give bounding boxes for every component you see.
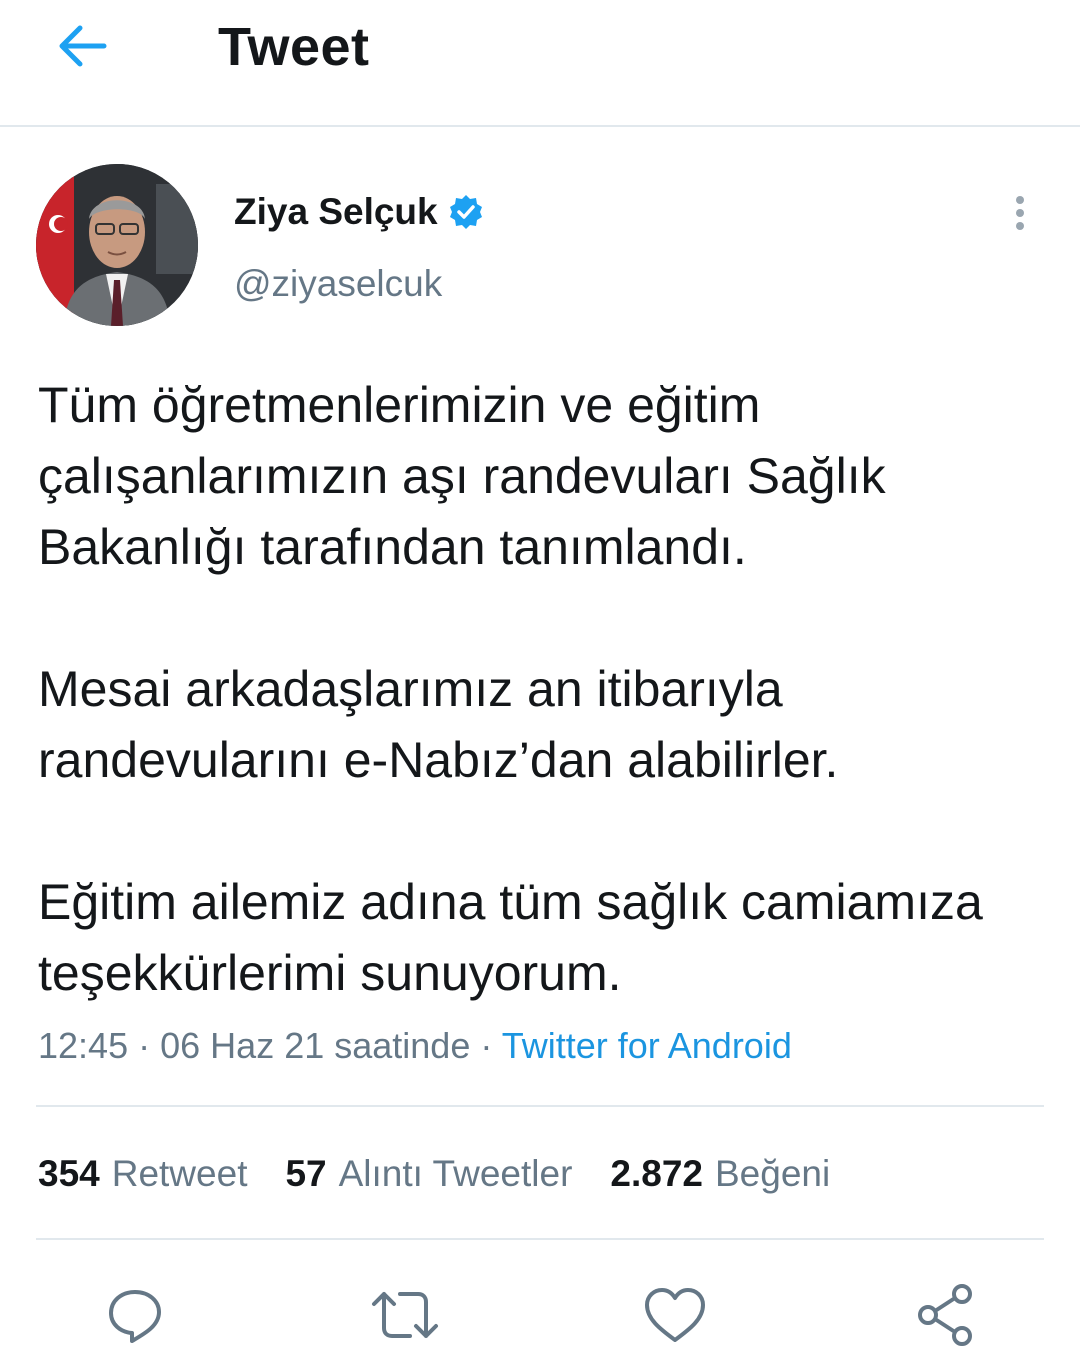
avatar-image xyxy=(36,164,198,326)
retweets-count: 354 xyxy=(38,1153,100,1194)
more-options-button[interactable] xyxy=(998,186,1042,240)
likes-count: 2.872 xyxy=(610,1153,703,1194)
likes-stat[interactable]: 2.872 Beğeni xyxy=(610,1150,830,1198)
share-icon xyxy=(918,1284,972,1346)
reply-icon xyxy=(109,1290,161,1343)
arrow-left-icon xyxy=(59,25,107,67)
tweet-date: 06 Haz 21 saatinde xyxy=(160,1025,471,1066)
separator: · xyxy=(480,1025,493,1066)
likes-label: Beğeni xyxy=(714,1153,831,1194)
share-button[interactable] xyxy=(910,1280,980,1350)
retweets-stat[interactable]: 354 Retweet xyxy=(38,1150,247,1198)
page-title: Tweet xyxy=(218,17,370,77)
tweet-paragraph: Mesai arkadaşlarımız an itibarıyla rande… xyxy=(38,661,839,788)
tweet-paragraph: Tüm öğretmenlerimizin ve eğitim çalışanl… xyxy=(38,377,886,575)
tweet-time: 12:45 xyxy=(38,1025,129,1066)
more-vertical-icon-dot xyxy=(1016,209,1024,217)
separator: · xyxy=(138,1025,151,1066)
tweet-text: Tüm öğretmenlerimizin ve eğitim çalışanl… xyxy=(38,370,1048,1009)
quotes-count: 57 xyxy=(285,1153,327,1194)
reply-button[interactable] xyxy=(100,1280,170,1350)
like-button[interactable] xyxy=(640,1280,710,1350)
author-name-text: Ziya Selçuk xyxy=(234,191,438,232)
back-button[interactable] xyxy=(50,16,114,76)
retweet-icon xyxy=(372,1292,438,1338)
divider xyxy=(36,1238,1044,1240)
tweet-metadata: 12:45 · 06 Haz 21 saatinde · Twitter for… xyxy=(38,1022,792,1070)
retweet-button[interactable] xyxy=(370,1280,440,1350)
top-bar: Tweet xyxy=(0,0,1080,127)
more-vertical-icon-dot xyxy=(1016,196,1024,204)
divider xyxy=(36,1105,1044,1107)
tweet-stats: 354 Retweet 57 Alıntı Tweetler 2.872 Beğeni xyxy=(38,1150,830,1198)
verified-badge-icon xyxy=(449,195,482,229)
heart-icon xyxy=(645,1288,705,1342)
avatar[interactable] xyxy=(36,164,198,326)
author-name[interactable]: Ziya Selçuk xyxy=(234,190,484,234)
tweet-paragraph: Eğitim ailemiz adına tüm sağlık camiamız… xyxy=(38,874,983,1001)
tweet-source-link[interactable]: Twitter for Android xyxy=(502,1025,792,1066)
quotes-label: Alıntı Tweetler xyxy=(338,1153,573,1194)
retweets-label: Retweet xyxy=(111,1153,248,1194)
quotes-stat[interactable]: 57 Alıntı Tweetler xyxy=(285,1150,572,1198)
tweet-actions xyxy=(0,1270,1080,1350)
author-handle[interactable]: @ziyaselcuk xyxy=(234,262,442,306)
more-vertical-icon-dot xyxy=(1016,222,1024,230)
